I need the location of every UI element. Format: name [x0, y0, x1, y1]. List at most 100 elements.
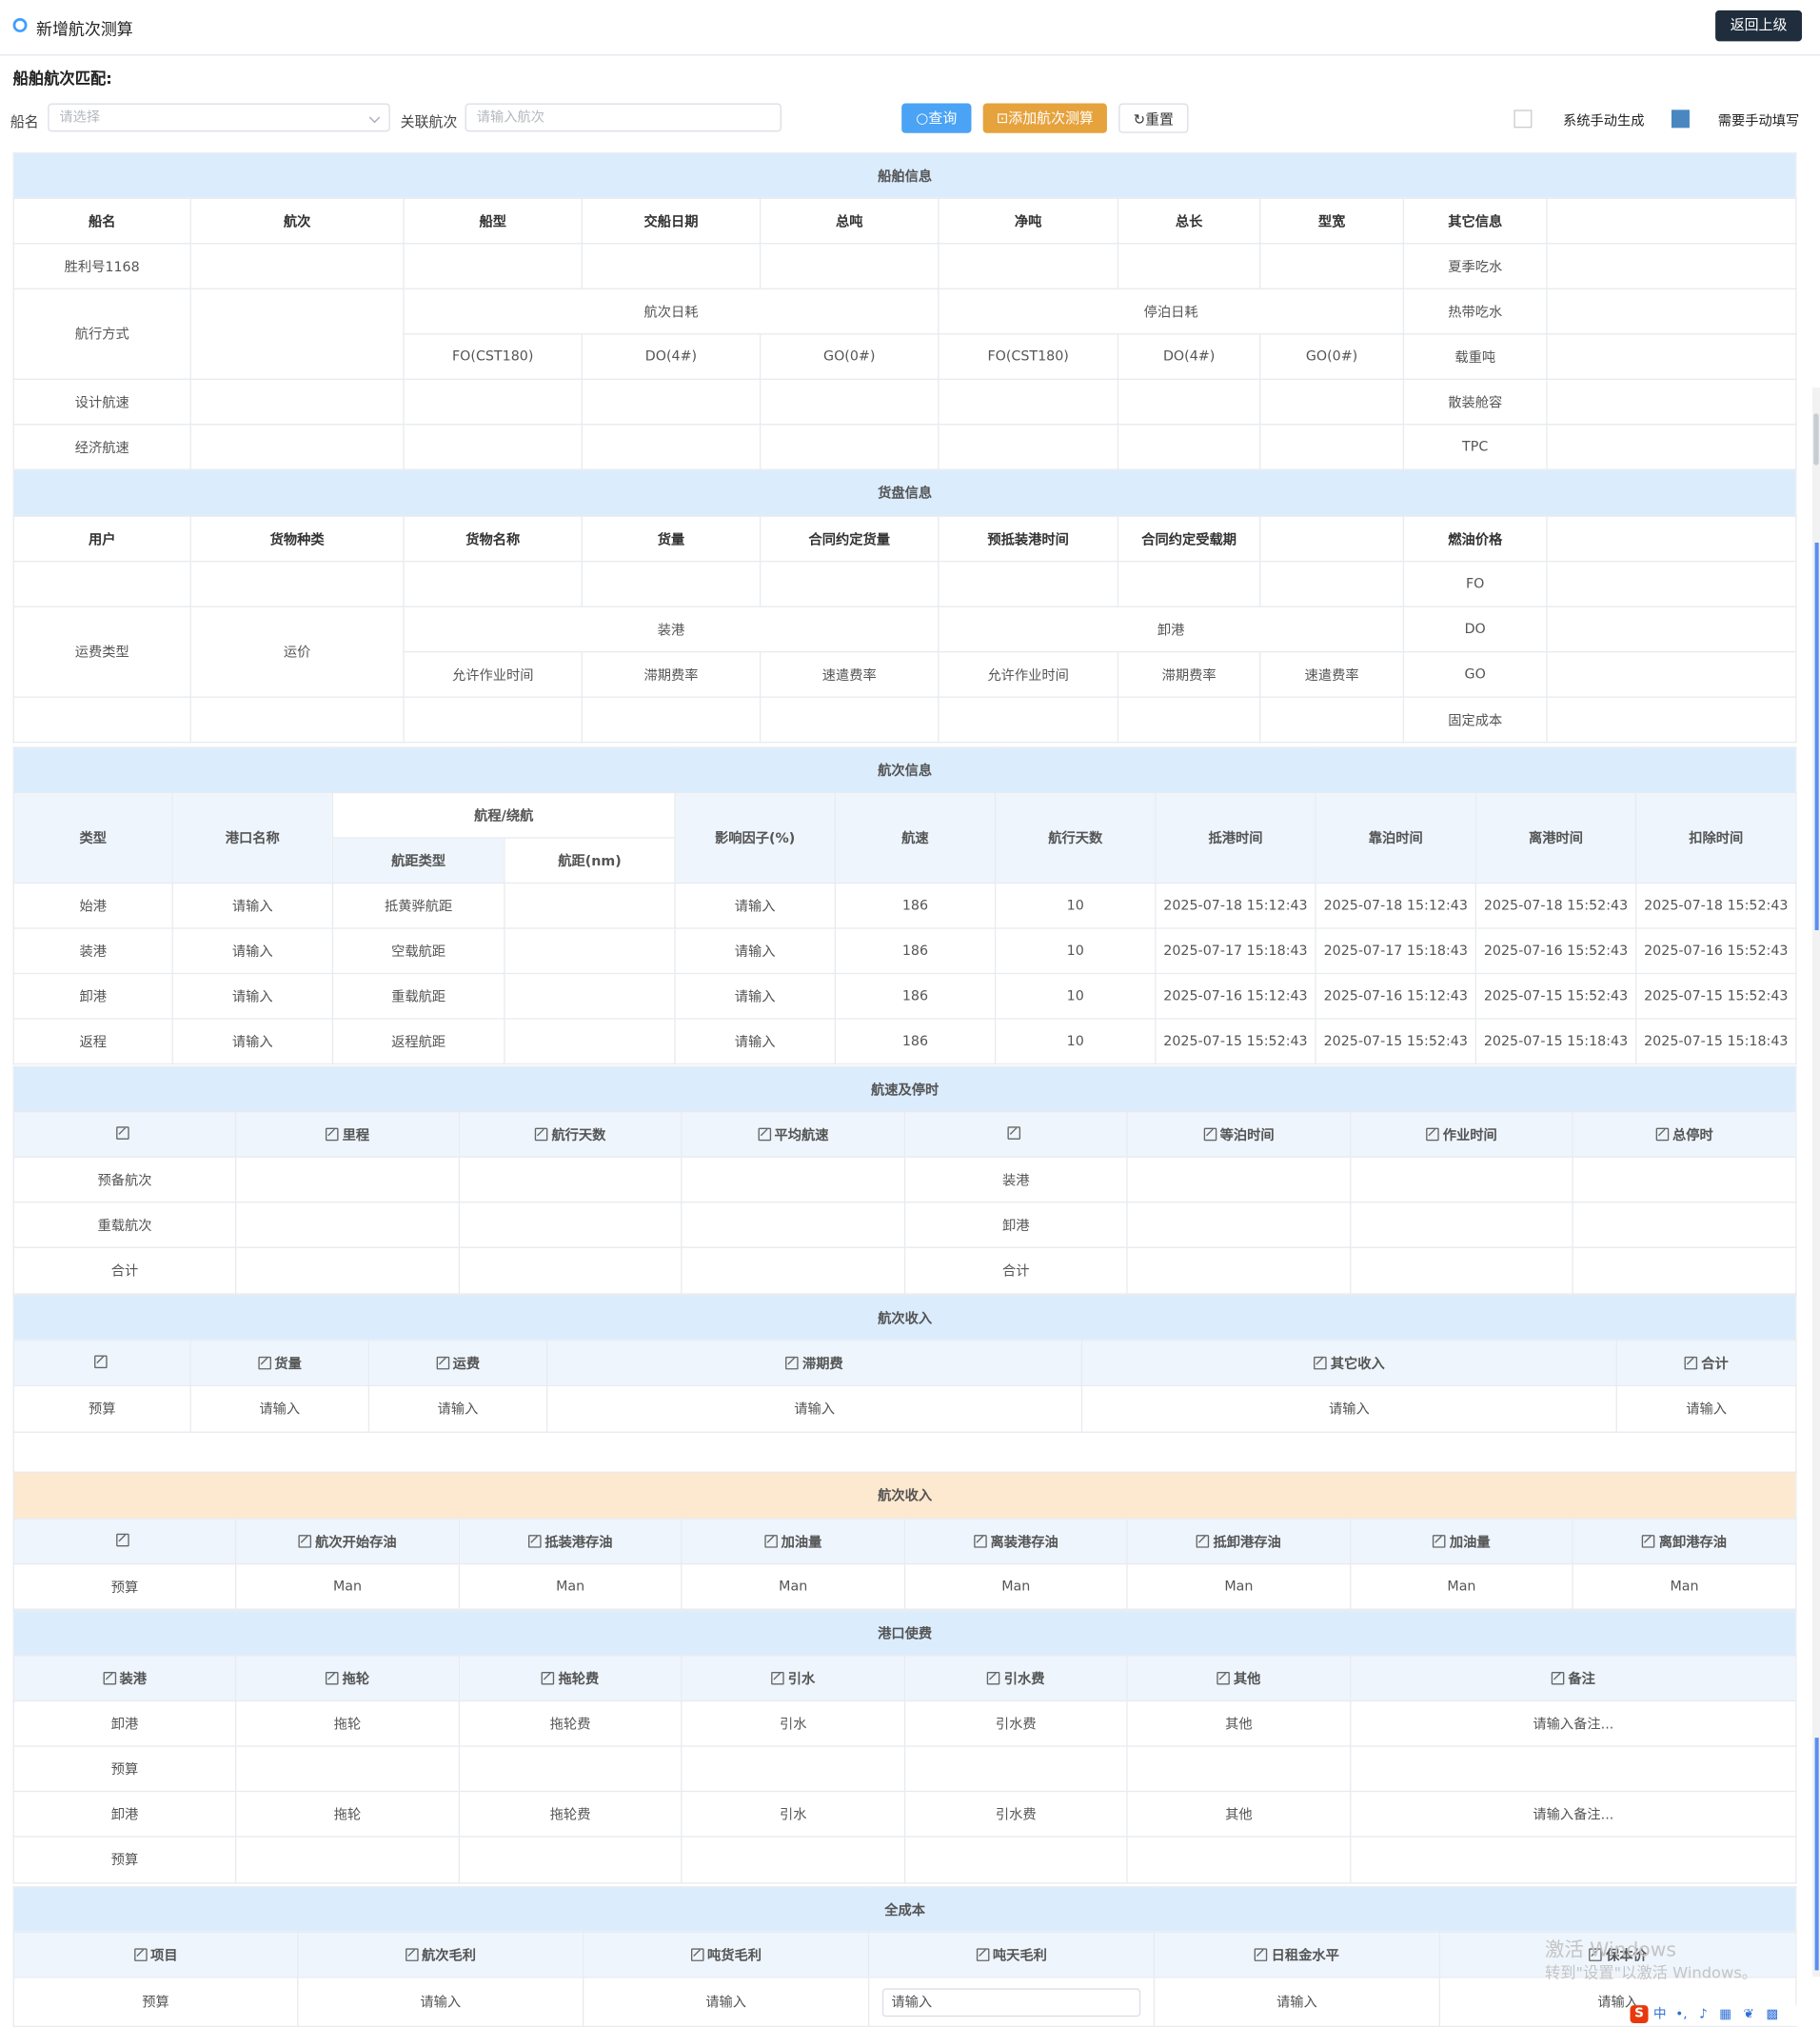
- fixed-cost-label: 固定成本: [1402, 696, 1548, 744]
- edit-icon: [534, 1126, 548, 1141]
- grid-icon[interactable]: ▩: [1766, 2008, 1778, 2022]
- header-sail-days: 航行天数: [994, 791, 1157, 884]
- ime-mode[interactable]: 中: [1653, 2008, 1667, 2022]
- voyage-label: 关联航次: [400, 113, 458, 131]
- header-other-income: 其它收入: [1330, 1356, 1385, 1372]
- edit-icon: [102, 1671, 116, 1684]
- fuel-cell[interactable]: Man: [1126, 1562, 1352, 1610]
- edit-icon: [976, 1947, 989, 1961]
- income-input[interactable]: 请输入: [546, 1384, 1083, 1433]
- remark-input[interactable]: 请输入备注...: [1350, 1790, 1797, 1838]
- distance-input[interactable]: [504, 972, 676, 1020]
- fuel-table: 航次收入 航次开始存油 抵装港存油 加油量 离装港存油 抵卸港存油 加油量 离卸…: [12, 1471, 1797, 1610]
- tug-fee-cell[interactable]: 拖轮费: [458, 1790, 682, 1838]
- tug-cell[interactable]: 拖轮: [234, 1699, 461, 1747]
- other-cell[interactable]: 其他: [1126, 1790, 1352, 1838]
- legend-manual-swatch: [1671, 109, 1690, 129]
- row-type: 返程: [12, 1018, 173, 1065]
- factor-input[interactable]: 请输入: [674, 882, 836, 929]
- edit-icon: [133, 1947, 148, 1961]
- cost-input[interactable]: 请输入: [583, 1977, 870, 2027]
- distance-input[interactable]: [504, 882, 676, 929]
- fuel-cell[interactable]: Man: [458, 1562, 682, 1610]
- header-other: 其他: [1233, 1671, 1261, 1687]
- speed-stop-table: 航速及停时 里程 航行天数 平均航速 等泊时间 作业时间 总停时 预备航次 装港…: [12, 1065, 1797, 1295]
- fuel-cell[interactable]: Man: [903, 1562, 1128, 1610]
- reset-button[interactable]: ↻重置: [1118, 103, 1189, 133]
- cost-input[interactable]: 请输入: [1153, 1977, 1441, 2027]
- port-input[interactable]: 请输入: [171, 882, 334, 929]
- header-distance-type: 航距类型: [331, 837, 505, 884]
- remark-input[interactable]: 请输入备注...: [1350, 1699, 1797, 1747]
- voyage-info-table: 航次信息 类型 港口名称 航程/绕航 影响因子(%) 航速 航行天数 抵港时间 …: [12, 746, 1797, 1065]
- port-input[interactable]: 请输入: [171, 1018, 334, 1065]
- factor-input[interactable]: 请输入: [674, 1018, 836, 1065]
- distance-type: 返程航距: [331, 1018, 505, 1065]
- discharge-demurrage-label: 滞期费率: [1117, 650, 1261, 698]
- distance-input[interactable]: [504, 1018, 676, 1065]
- header-delivery-date: 交船日期: [581, 197, 762, 245]
- fuel-cell[interactable]: Man: [681, 1562, 906, 1610]
- pilot-cell[interactable]: 引水: [681, 1699, 906, 1747]
- port-input[interactable]: 请输入: [171, 972, 334, 1020]
- factor-input[interactable]: 请输入: [674, 927, 836, 975]
- table-row: 合计 合计: [12, 1246, 1797, 1295]
- freight-type-label: 运费类型: [12, 606, 191, 698]
- ton-day-profit-input[interactable]: 请输入: [881, 1987, 1141, 2017]
- edit-icon: [1217, 1671, 1230, 1684]
- port-fee-table: 港口使费 装港 拖轮 拖轮费 引水 引水费 其他 备注 卸港 拖轮 拖轮费 引水…: [12, 1609, 1797, 1884]
- row-label: 合计: [12, 1246, 237, 1295]
- header-laycan: 合同约定受载期: [1117, 515, 1261, 563]
- row-label: 预算: [12, 1977, 299, 2027]
- header-total: 合计: [1701, 1356, 1729, 1372]
- income-input[interactable]: 请输入: [189, 1384, 370, 1433]
- pilot-cell[interactable]: 引水: [681, 1790, 906, 1838]
- berth-daily-label: 停泊日耗: [938, 288, 1405, 335]
- ship-name-select[interactable]: 请选择: [48, 103, 390, 132]
- ship-info-title: 船舶信息: [12, 152, 1797, 199]
- factor-input[interactable]: 请输入: [674, 972, 836, 1020]
- fuel-section-title: 航次收入: [12, 1471, 1797, 1520]
- sogou-logo-icon[interactable]: S: [1630, 2005, 1649, 2024]
- voyage-daily-label: 航次日耗: [403, 288, 940, 335]
- keyboard-icon[interactable]: ▦: [1719, 2008, 1731, 2022]
- skin-icon[interactable]: ❦: [1744, 2008, 1754, 2022]
- header-route: 航程/绕航: [331, 791, 676, 839]
- back-button[interactable]: 返回上级: [1715, 10, 1803, 42]
- query-button[interactable]: ○查询: [901, 103, 972, 133]
- tug-fee-cell[interactable]: 拖轮费: [458, 1699, 682, 1747]
- fuel-cell[interactable]: Man: [234, 1562, 461, 1610]
- ship-name-cell[interactable]: 胜利号1168: [12, 243, 191, 289]
- table-row: 预算 请输入 请输入 请输入 请输入 请输入: [12, 1977, 1797, 2027]
- summer-draft-label: 夏季吃水: [1402, 243, 1548, 289]
- fuel-cell[interactable]: Man: [1572, 1562, 1797, 1610]
- search-icon: ○: [916, 109, 929, 127]
- fuel-cell[interactable]: Man: [1350, 1562, 1573, 1610]
- income-input[interactable]: 请输入: [1615, 1384, 1797, 1433]
- voyage-input[interactable]: 请输入航次: [465, 103, 781, 132]
- port-input[interactable]: 请输入: [171, 927, 334, 975]
- header-leave-load-fuel: 离装港存油: [990, 1534, 1058, 1550]
- arrive-time: 2025-07-18 15:12:43: [1155, 882, 1316, 929]
- fuel-go-berth: GO(0#): [1259, 333, 1405, 380]
- edit-icon: [325, 1126, 339, 1141]
- ship-info-table: 船舶信息 船名 航次 船型 交船日期 总吨 净吨 总长 型宽 其它信息 胜利号1…: [12, 152, 1797, 744]
- pilot-fee-cell[interactable]: 引水费: [903, 1790, 1128, 1838]
- scrollbar-thumb[interactable]: [1813, 413, 1819, 466]
- income-input[interactable]: 请输入: [1080, 1384, 1617, 1433]
- tug-cell[interactable]: 拖轮: [234, 1790, 461, 1838]
- header-arrive-load-fuel: 抵装港存油: [544, 1534, 613, 1550]
- table-row: 装港 请输入 空载航距 请输入 186 10 2025-07-17 15:18:…: [12, 927, 1797, 975]
- pilot-fee-cell[interactable]: 引水费: [903, 1699, 1128, 1747]
- income-input[interactable]: 请输入: [367, 1384, 548, 1433]
- cost-input[interactable]: 请输入: [297, 1977, 584, 2027]
- ime-punct[interactable]: •,: [1675, 2008, 1687, 2022]
- table-row: 卸港 请输入 重载航距 请输入 186 10 2025-07-16 15:12:…: [12, 972, 1797, 1020]
- other-cell[interactable]: 其他: [1126, 1699, 1352, 1747]
- microphone-icon[interactable]: ♪: [1699, 2008, 1708, 2022]
- distance-input[interactable]: [504, 927, 676, 975]
- scroll-indicator: [1814, 542, 1819, 931]
- row-label: 合计: [903, 1246, 1128, 1295]
- edit-icon: [298, 1534, 312, 1548]
- add-voyage-calc-button[interactable]: ⊡添加航次测算: [982, 103, 1107, 133]
